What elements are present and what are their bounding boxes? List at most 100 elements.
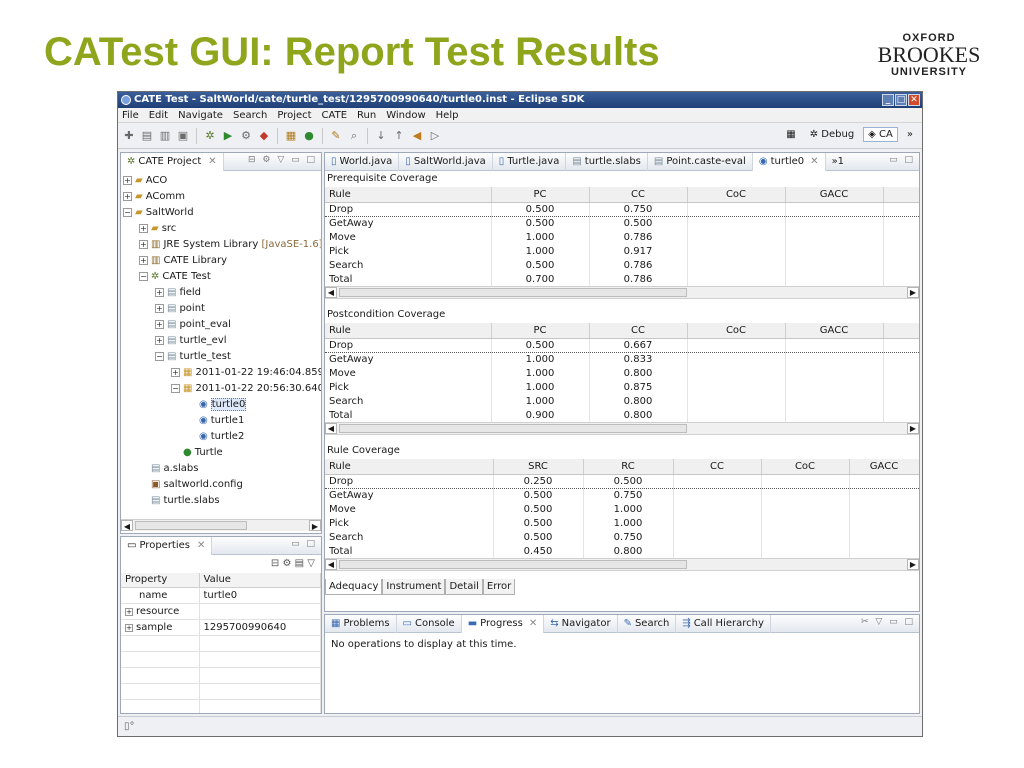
table-row[interactable]: Drop 0.250 0.500	[325, 473, 919, 489]
table-row[interactable]: Move 1.000 0.800	[325, 366, 919, 380]
table-row[interactable]: Pick 0.500 1.000	[325, 516, 919, 530]
table-row[interactable]: + sample 1295700990640	[121, 619, 321, 636]
column-header[interactable]: CoC	[761, 459, 850, 475]
column-header[interactable]: PC	[491, 187, 590, 203]
save-icon[interactable]: ▤	[140, 129, 154, 143]
close-button[interactable]: ✕	[908, 94, 920, 106]
previous-annotation-icon[interactable]: ↑	[392, 129, 406, 143]
scroll-thumb[interactable]	[135, 521, 247, 530]
menu-item-edit[interactable]: Edit	[149, 110, 168, 121]
menu-item-help[interactable]: Help	[436, 110, 459, 121]
tree-item[interactable]: + ▦ 2011-01-22 19:46:04.859	[123, 365, 321, 381]
expand-icon[interactable]: +	[155, 335, 164, 345]
perspective-debug[interactable]: ✲ Debug	[805, 127, 859, 142]
tree-item[interactable]: − ▰ SaltWorld	[123, 205, 321, 221]
expand-icon[interactable]: +	[139, 239, 148, 249]
table-row[interactable]: Total 0.900 0.800	[325, 408, 919, 422]
result-tab-instrument[interactable]: Instrument	[382, 579, 446, 595]
tab-problems[interactable]: ▦ Problems	[325, 615, 397, 633]
scroll-right-icon[interactable]: ▶	[907, 559, 919, 570]
table-row[interactable]: GetAway 0.500 0.750	[325, 488, 919, 502]
forward-icon[interactable]: ▷	[428, 129, 442, 143]
table-row[interactable]: name turtle0	[121, 587, 321, 604]
property-value[interactable]	[199, 603, 321, 620]
column-header[interactable]: CC	[589, 187, 688, 203]
view-controls[interactable]: ▭ □	[291, 539, 317, 549]
open-perspective-icon[interactable]: ▦	[781, 127, 800, 142]
scroll-thumb[interactable]	[339, 288, 687, 297]
save-all-icon[interactable]: ▥	[158, 129, 172, 143]
table-row[interactable]: Pick 1.000 0.875	[325, 380, 919, 394]
table-row[interactable]: Search 1.000 0.800	[325, 394, 919, 408]
expand-icon[interactable]: +	[155, 287, 164, 297]
scroll-left-icon[interactable]: ◀	[325, 287, 337, 298]
result-tab-detail[interactable]: Detail	[445, 579, 483, 595]
maximize-button[interactable]: □	[895, 94, 907, 106]
cate-run-icon[interactable]: ◆	[257, 129, 271, 143]
table-horizontal-scrollbar[interactable]: ◀ ▶	[325, 286, 919, 299]
scroll-left-icon[interactable]: ◀	[325, 423, 337, 434]
editor-tab[interactable]: ▯ World.java	[325, 153, 400, 171]
external-tools-icon[interactable]: ⚙	[239, 129, 253, 143]
menu-item-navigate[interactable]: Navigate	[178, 110, 223, 121]
minimize-button[interactable]: _	[882, 94, 894, 106]
tab-properties[interactable]: ▭ Properties ✕	[121, 537, 213, 555]
scroll-left-icon[interactable]: ◀	[325, 559, 337, 570]
tab-cate-project[interactable]: ✲ CATE Project ✕	[121, 153, 224, 171]
table-row[interactable]: GetAway 1.000 0.833	[325, 352, 919, 366]
table-row[interactable]: GetAway 0.500 0.500	[325, 216, 919, 230]
close-tab-icon[interactable]: ✕	[529, 615, 537, 633]
view-menu-controls[interactable]: ⊟ ⚙ ▽ ▭ □	[248, 155, 317, 165]
show-advanced-icon[interactable]: ⚙	[283, 558, 292, 569]
menu-item-file[interactable]: File	[122, 110, 139, 121]
table-row[interactable]: Pick 1.000 0.917	[325, 244, 919, 258]
scroll-right-icon[interactable]: ▶	[907, 287, 919, 298]
tree-item[interactable]: ◉ turtle1	[123, 413, 321, 429]
collapse-icon[interactable]: −	[123, 207, 132, 217]
menu-item-search[interactable]: Search	[233, 110, 267, 121]
table-row[interactable]: Move 0.500 1.000	[325, 502, 919, 516]
collapse-icon[interactable]: −	[155, 351, 164, 361]
table-row[interactable]: Drop 0.500 0.750	[325, 201, 919, 217]
expand-icon[interactable]: +	[139, 223, 148, 233]
tree-item[interactable]: + ▰ src	[123, 221, 321, 237]
table-row[interactable]: Drop 0.500 0.667	[325, 337, 919, 353]
column-header[interactable]	[883, 323, 919, 339]
scroll-thumb[interactable]	[339, 424, 687, 433]
expand-icon[interactable]: +	[123, 191, 132, 201]
search-icon[interactable]: ⌕	[347, 129, 361, 143]
column-header[interactable]: Rule	[325, 323, 492, 339]
column-header[interactable]: RC	[583, 459, 674, 475]
editor-tab[interactable]: ▤ turtle.slabs	[566, 153, 648, 171]
tree-item[interactable]: + ▥ CATE Library	[123, 253, 321, 269]
new-java-project-icon[interactable]: ▦	[284, 129, 298, 143]
column-header[interactable]: CoC	[687, 187, 786, 203]
new-wizard-icon[interactable]: ✚	[122, 129, 136, 143]
menu-item-window[interactable]: Window	[386, 110, 425, 121]
close-tab-icon[interactable]: ✕	[810, 153, 818, 171]
expand-icon[interactable]: +	[155, 303, 164, 313]
editor-tab[interactable]: ▯ Turtle.java	[493, 153, 567, 171]
tree-item[interactable]: ◉ turtle0	[123, 397, 321, 413]
result-tab-error[interactable]: Error	[482, 579, 516, 595]
editor-tab[interactable]: ▤ Point.caste-eval	[648, 153, 753, 171]
table-row[interactable]: Total 0.700 0.786	[325, 272, 919, 286]
tab-progress[interactable]: ▬ Progress ✕	[461, 615, 545, 633]
tree-item[interactable]: + ▤ field	[123, 285, 321, 301]
tree-item[interactable]: + ▤ point	[123, 301, 321, 317]
scroll-thumb[interactable]	[339, 560, 687, 569]
tree-item[interactable]: ◉ turtle2	[123, 429, 321, 445]
tree-item[interactable]: + ▤ point_eval	[123, 317, 321, 333]
table-horizontal-scrollbar[interactable]: ◀ ▶	[325, 558, 919, 571]
close-tab-icon[interactable]: ✕	[208, 153, 216, 171]
column-header[interactable]: CC	[673, 459, 762, 475]
tree-item[interactable]: ▤ turtle.slabs	[123, 493, 321, 509]
tree-item[interactable]: − ✲ CATE Test	[123, 269, 321, 285]
column-header[interactable]	[883, 187, 919, 203]
back-icon[interactable]: ◀	[410, 129, 424, 143]
restore-default-icon[interactable]: ▤	[295, 558, 304, 569]
expand-icon[interactable]: +	[155, 319, 164, 329]
column-header[interactable]: PC	[491, 323, 590, 339]
tree-item[interactable]: ▤ a.slabs	[123, 461, 321, 477]
scroll-right-icon[interactable]: ▶	[309, 520, 321, 531]
